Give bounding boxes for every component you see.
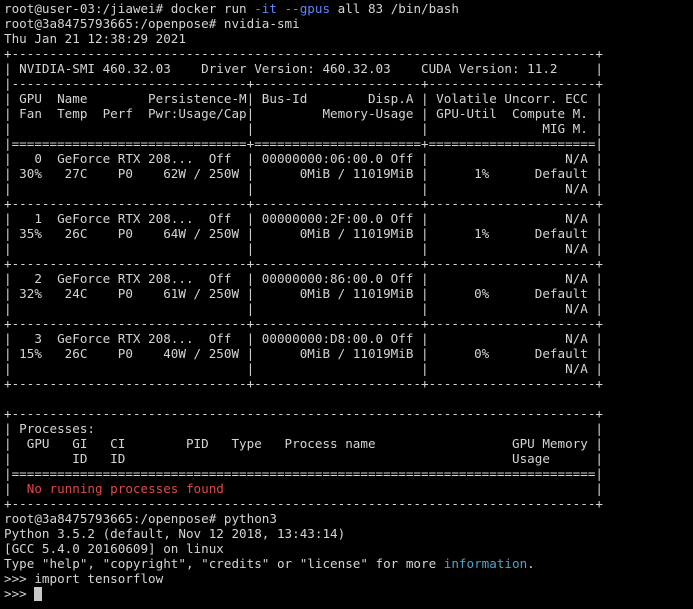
info-link[interactable]: information [444, 556, 527, 571]
terminal-text: | GPU Name Persistence-M| Bus-Id Disp.A … [4, 91, 603, 106]
terminal-text: | | | N/A | [4, 181, 603, 196]
terminal-text: | 32% 24C P0 61W / 250W | 0MiB / 11019Mi… [4, 286, 603, 301]
terminal-line: | | | N/A | [4, 241, 693, 256]
terminal-line: [GCC 5.4.0 20160609] on linux [4, 541, 693, 556]
terminal-line: | | | N/A | [4, 361, 693, 376]
terminal-text: | [223, 481, 603, 496]
terminal-text: | [4, 481, 27, 496]
terminal-text: | Fan Temp Perf Pwr:Usage/Cap| Memory-Us… [4, 106, 603, 121]
terminal-line: | | | MIG M. | [4, 121, 693, 136]
terminal-line: | 32% 24C P0 61W / 250W | 0MiB / 11019Mi… [4, 286, 693, 301]
terminal-line: Thu Jan 21 12:38:29 2021 [4, 31, 693, 46]
terminal-line: +---------------------------------------… [4, 406, 693, 421]
terminal-text: --gpus [284, 1, 331, 16]
terminal-text: |-------------------------------+-------… [4, 76, 603, 91]
terminal-line: Python 3.5.2 (default, Nov 12 2018, 13:4… [4, 526, 693, 541]
terminal-text: +---------------------------------------… [4, 46, 603, 61]
terminal-line: |-------------------------------+-------… [4, 76, 693, 91]
terminal-text: root@3a8475793665:/openpose# python3 [4, 511, 277, 526]
terminal-text: | Processes: | [4, 421, 603, 436]
terminal-text: Python 3.5.2 (default, Nov 12 2018, 13:4… [4, 526, 346, 541]
terminal-line: +-------------------------------+-------… [4, 256, 693, 271]
terminal-text: | 30% 27C P0 62W / 250W | 0MiB / 11019Mi… [4, 166, 603, 181]
terminal-text: +---------------------------------------… [4, 406, 603, 421]
terminal-line: | GPU GI CI PID Type Process name GPU Me… [4, 436, 693, 451]
terminal-text: | ID ID Usage | [4, 451, 603, 466]
terminal-text: all 83 /bin/bash [330, 1, 459, 16]
terminal-line: +---------------------------------------… [4, 496, 693, 511]
terminal-text: | | | N/A | [4, 361, 603, 376]
terminal-text: root@user-03:/jiawei# docker run [4, 1, 255, 16]
terminal-line: root@3a8475793665:/openpose# nvidia-smi [4, 16, 693, 31]
terminal-line: | Processes: | [4, 421, 693, 436]
terminal-text: [GCC 5.4.0 20160609] on linux [4, 541, 224, 556]
terminal-text: |=======================================… [4, 466, 603, 481]
terminal-line: | 2 GeForce RTX 208... Off | 00000000:86… [4, 271, 693, 286]
terminal-line: | | | N/A | [4, 301, 693, 316]
terminal-line: | | | N/A | [4, 181, 693, 196]
terminal-line: | 1 GeForce RTX 208... Off | 00000000:2F… [4, 211, 693, 226]
error-message: No running processes found [26, 481, 224, 496]
terminal-line: |=======================================… [4, 466, 693, 481]
terminal-line: | 15% 26C P0 40W / 250W | 0MiB / 11019Mi… [4, 346, 693, 361]
terminal-text: Thu Jan 21 12:38:29 2021 [4, 31, 186, 46]
terminal-line: +-------------------------------+-------… [4, 316, 693, 331]
terminal-line: +---------------------------------------… [4, 46, 693, 61]
terminal-line: | 35% 26C P0 64W / 250W | 0MiB / 11019Mi… [4, 226, 693, 241]
terminal-line: |===============================+=======… [4, 136, 693, 151]
terminal-line: | GPU Name Persistence-M| Bus-Id Disp.A … [4, 91, 693, 106]
terminal-text: | | | MIG M. | [4, 121, 603, 136]
terminal-text: . [527, 556, 535, 571]
terminal-text: | NVIDIA-SMI 460.32.03 Driver Version: 4… [4, 61, 603, 76]
terminal-text: +---------------------------------------… [4, 496, 603, 511]
terminal-line: | 3 GeForce RTX 208... Off | 00000000:D8… [4, 331, 693, 346]
terminal-text: | | | N/A | [4, 241, 603, 256]
terminal-line: | NVIDIA-SMI 460.32.03 Driver Version: 4… [4, 61, 693, 76]
terminal-line: >>> import tensorflow [4, 571, 693, 586]
terminal-text: | 35% 26C P0 64W / 250W | 0MiB / 11019Mi… [4, 226, 603, 241]
terminal-text: root@3a8475793665:/openpose# nvidia-smi [4, 16, 300, 31]
terminal-line: | 30% 27C P0 62W / 250W | 0MiB / 11019Mi… [4, 166, 693, 181]
terminal-text: +-------------------------------+-------… [4, 196, 603, 211]
terminal-text: -it [254, 1, 277, 16]
terminal-line: | Fan Temp Perf Pwr:Usage/Cap| Memory-Us… [4, 106, 693, 121]
terminal-text: | 2 GeForce RTX 208... Off | 00000000:86… [4, 271, 603, 286]
terminal-text: >>> [4, 586, 35, 601]
terminal-line: | 0 GeForce RTX 208... Off | 00000000:06… [4, 151, 693, 166]
terminal-text: +-------------------------------+-------… [4, 316, 603, 331]
terminal-text: | 0 GeForce RTX 208... Off | 00000000:06… [4, 151, 603, 166]
terminal-text: Type "help", "copyright", "credits" or "… [4, 556, 444, 571]
terminal-line: +-------------------------------+-------… [4, 196, 693, 211]
terminal-text: | GPU GI CI PID Type Process name GPU Me… [4, 436, 603, 451]
terminal-line: | No running processes found | [4, 481, 693, 496]
terminal-text: >>> import tensorflow [4, 571, 164, 586]
terminal-text: +-------------------------------+-------… [4, 256, 603, 271]
text-cursor[interactable] [34, 587, 43, 601]
terminal-line: +-------------------------------+-------… [4, 376, 693, 391]
terminal-line: root@user-03:/jiawei# docker run -it --g… [4, 1, 693, 16]
terminal-line: | ID ID Usage | [4, 451, 693, 466]
terminal-text: | 3 GeForce RTX 208... Off | 00000000:D8… [4, 331, 603, 346]
terminal-line: root@3a8475793665:/openpose# python3 [4, 511, 693, 526]
terminal-text: +-------------------------------+-------… [4, 376, 603, 391]
terminal-text: |===============================+=======… [4, 136, 603, 151]
terminal-line: >>> [4, 586, 693, 601]
terminal-text: | 15% 26C P0 40W / 250W | 0MiB / 11019Mi… [4, 346, 603, 361]
terminal-line: Type "help", "copyright", "credits" or "… [4, 556, 693, 571]
terminal-output[interactable]: root@user-03:/jiawei# docker run -it --g… [4, 1, 693, 609]
terminal-text: | | | N/A | [4, 301, 603, 316]
terminal-text: | 1 GeForce RTX 208... Off | 00000000:2F… [4, 211, 603, 226]
